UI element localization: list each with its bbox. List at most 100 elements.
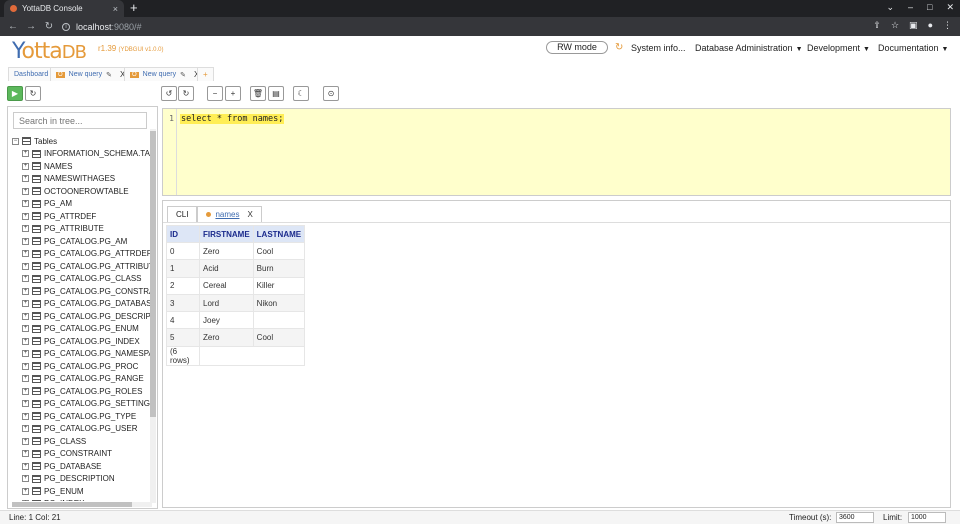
- menu-icon[interactable]: ⋮: [943, 20, 952, 31]
- tree-item-table[interactable]: + PG_CATALOG.PG_RANGE: [12, 373, 152, 386]
- profile-icon[interactable]: ●: [928, 20, 933, 31]
- expand-icon[interactable]: +: [22, 425, 29, 433]
- limit-input[interactable]: 1000: [908, 512, 946, 523]
- tree-item-table[interactable]: + PG_DATABASE: [12, 460, 152, 473]
- tree-item-table[interactable]: + PG_CATALOG.PG_CLASS: [12, 273, 152, 286]
- development-menu[interactable]: Development ▼: [807, 43, 870, 53]
- settings-button[interactable]: ⊙: [323, 86, 339, 101]
- documentation-menu[interactable]: Documentation ▼: [878, 43, 948, 53]
- maximize-icon[interactable]: □: [927, 2, 932, 13]
- expand-icon[interactable]: +: [22, 250, 29, 258]
- tree-item-table[interactable]: + PG_ATTRDEF: [12, 210, 152, 223]
- expand-icon[interactable]: +: [22, 362, 29, 370]
- tab-dashboard[interactable]: Dashboard: [8, 67, 55, 81]
- tree-item-table[interactable]: + PG_CATALOG.PG_TYPE: [12, 410, 152, 423]
- tree-item-table[interactable]: + PG_CATALOG.PG_CONSTRAINT: [12, 285, 152, 298]
- expand-icon[interactable]: +: [22, 187, 29, 195]
- tree-item-table[interactable]: + PG_CATALOG.PG_INDEX: [12, 335, 152, 348]
- tree-item-table[interactable]: + NAMESWITHAGES: [12, 173, 152, 186]
- tree-root-tables[interactable]: − Tables: [12, 135, 152, 148]
- star-icon[interactable]: ☆: [891, 20, 899, 31]
- tree-item-table[interactable]: + PG_CATALOG.PG_DATABASE: [12, 298, 152, 311]
- expand-icon[interactable]: +: [22, 162, 29, 170]
- tree-item-table[interactable]: + PG_CLASS: [12, 435, 152, 448]
- tab-cli[interactable]: CLI: [167, 206, 198, 222]
- expand-icon[interactable]: +: [22, 325, 29, 333]
- reload-icon[interactable]: ↻: [44, 21, 54, 32]
- tree-item-table[interactable]: + PG_CATALOG.PG_AM: [12, 235, 152, 248]
- tree-item-table[interactable]: + NAMES: [12, 160, 152, 173]
- undo-button[interactable]: ↺: [161, 86, 177, 101]
- expand-icon[interactable]: +: [22, 275, 29, 283]
- sql-code-line[interactable]: select * from names;: [180, 114, 285, 124]
- tree-horizontal-scrollbar[interactable]: [12, 502, 152, 507]
- expand-icon[interactable]: +: [22, 387, 29, 395]
- redo-button[interactable]: ↻: [178, 86, 194, 101]
- expand-icon[interactable]: +: [22, 175, 29, 183]
- expand-icon[interactable]: +: [22, 462, 29, 470]
- back-icon[interactable]: ←: [8, 21, 18, 32]
- expand-icon[interactable]: +: [22, 400, 29, 408]
- tab-new-query-2[interactable]: ONew query ✎ X: [124, 67, 206, 81]
- expand-icon[interactable]: +: [22, 450, 29, 458]
- chevron-down-icon[interactable]: ⌄: [886, 2, 894, 13]
- edit-icon[interactable]: ✎: [180, 71, 186, 79]
- close-tab-button[interactable]: X: [247, 207, 252, 222]
- expand-icon[interactable]: +: [22, 437, 29, 445]
- tree-vertical-scrollbar[interactable]: [150, 129, 156, 503]
- tree-item-table[interactable]: + OCTOONEROWTABLE: [12, 185, 152, 198]
- tree-item-table[interactable]: + PG_DESCRIPTION: [12, 473, 152, 486]
- browser-tab[interactable]: YottaDB Console ×: [4, 0, 124, 17]
- tree-item-table[interactable]: + PG_CATALOG.PG_ROLES: [12, 385, 152, 398]
- info-icon[interactable]: i: [62, 22, 70, 31]
- new-tab-button[interactable]: +: [130, 1, 138, 15]
- tab-names[interactable]: names X: [197, 206, 262, 222]
- expand-icon[interactable]: +: [22, 350, 29, 358]
- minimize-icon[interactable]: –: [908, 2, 913, 13]
- collapse-icon[interactable]: −: [12, 137, 19, 145]
- tab-new-query-1[interactable]: O New query ✎ X: [50, 67, 132, 81]
- tree-item-table[interactable]: + PG_CATALOG.PG_USER: [12, 423, 152, 436]
- expand-icon[interactable]: +: [22, 225, 29, 233]
- edit-icon[interactable]: ✎: [106, 71, 112, 79]
- expand-icon[interactable]: +: [22, 287, 29, 295]
- theme-toggle-button[interactable]: ☾: [293, 86, 309, 101]
- tree-item-table[interactable]: + PG_ENUM: [12, 485, 152, 498]
- expand-icon[interactable]: +: [22, 300, 29, 308]
- tree-search-input[interactable]: [13, 112, 147, 129]
- database-administration-menu[interactable]: Database Administration ▼: [695, 43, 803, 53]
- tree-item-table[interactable]: + PG_CATALOG.PG_SETTINGS: [12, 398, 152, 411]
- rw-mode-button[interactable]: RW mode: [546, 41, 608, 54]
- timeout-input[interactable]: 3600: [836, 512, 874, 523]
- expand-icon[interactable]: +: [22, 150, 29, 158]
- expand-icon[interactable]: +: [22, 487, 29, 495]
- expand-icon[interactable]: +: [22, 375, 29, 383]
- expand-icon[interactable]: +: [22, 412, 29, 420]
- expand-icon[interactable]: +: [22, 337, 29, 345]
- expand-icon[interactable]: +: [22, 475, 29, 483]
- run-query-button[interactable]: ▶: [7, 86, 23, 101]
- expand-icon[interactable]: +: [22, 312, 29, 320]
- sidebar-icon[interactable]: ▣: [909, 20, 918, 31]
- tree-item-table[interactable]: + PG_CATALOG.PG_ENUM: [12, 323, 152, 336]
- expand-icon[interactable]: +: [22, 500, 29, 501]
- tree-item-table[interactable]: + PG_AM: [12, 198, 152, 211]
- expand-icon[interactable]: +: [22, 200, 29, 208]
- close-window-icon[interactable]: ✕: [946, 2, 954, 13]
- zoom-out-button[interactable]: −: [207, 86, 223, 101]
- tree-item-table[interactable]: + PG_CATALOG.PG_NAMESPACE: [12, 348, 152, 361]
- expand-icon[interactable]: +: [22, 237, 29, 245]
- add-tab-button[interactable]: +: [197, 67, 214, 81]
- sql-editor[interactable]: 1 select * from names;: [162, 108, 951, 196]
- address-bar[interactable]: i localhost:9080/#: [62, 22, 142, 32]
- format-button[interactable]: ▤: [268, 86, 284, 101]
- forward-icon[interactable]: →: [26, 21, 36, 32]
- tree-item-table[interactable]: + PG_CATALOG.PG_ATTRDEF: [12, 248, 152, 261]
- tree-item-table[interactable]: + PG_CONSTRAINT: [12, 448, 152, 461]
- tree-item-table[interactable]: + PG_CATALOG.PG_DESCRIPTION: [12, 310, 152, 323]
- close-tab-icon[interactable]: ×: [113, 4, 118, 14]
- tree-item-table[interactable]: + PG_CATALOG.PG_PROC: [12, 360, 152, 373]
- tree-item-table[interactable]: + PG_ATTRIBUTE: [12, 223, 152, 236]
- expand-icon[interactable]: +: [22, 262, 29, 270]
- expand-icon[interactable]: +: [22, 212, 29, 220]
